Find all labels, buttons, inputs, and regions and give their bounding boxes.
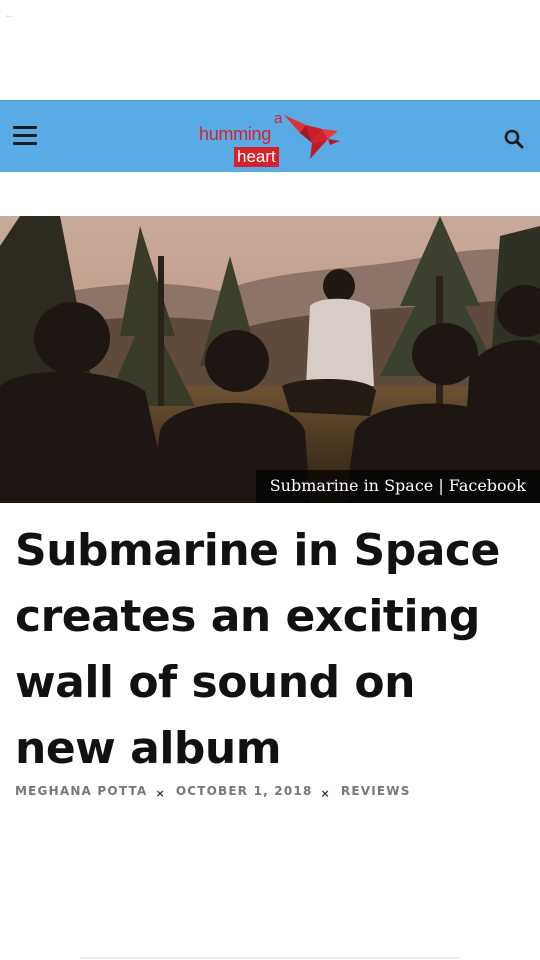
article-title: Submarine in Space creates an exciting w… bbox=[15, 525, 500, 774]
status-area: ← bbox=[0, 0, 540, 100]
category-link[interactable]: REVIEWS bbox=[341, 784, 411, 798]
site-header: a humming heart bbox=[0, 100, 540, 172]
article-meta: MEGHANA POTTA × OCTOBER 1, 2018 × REVIEWS bbox=[15, 784, 411, 800]
logo-word-heart: heart bbox=[234, 147, 279, 167]
back-icon[interactable]: ← bbox=[4, 9, 15, 21]
meta-separator: × bbox=[155, 787, 166, 800]
logo-word-humming: humming bbox=[199, 124, 271, 144]
hero-image: Submarine in Space | Facebook bbox=[0, 216, 540, 503]
site-logo[interactable]: a humming heart bbox=[196, 109, 346, 167]
hummingbird-logo-icon bbox=[284, 115, 340, 165]
hero-photo bbox=[0, 216, 540, 503]
meta-separator: × bbox=[320, 787, 331, 800]
bottom-divider bbox=[80, 957, 460, 959]
image-caption: Submarine in Space | Facebook bbox=[255, 470, 540, 503]
search-icon[interactable] bbox=[503, 128, 525, 150]
hamburger-menu-icon[interactable] bbox=[13, 126, 37, 148]
date-link[interactable]: OCTOBER 1, 2018 bbox=[176, 784, 313, 798]
author-link[interactable]: MEGHANA POTTA bbox=[15, 784, 147, 798]
